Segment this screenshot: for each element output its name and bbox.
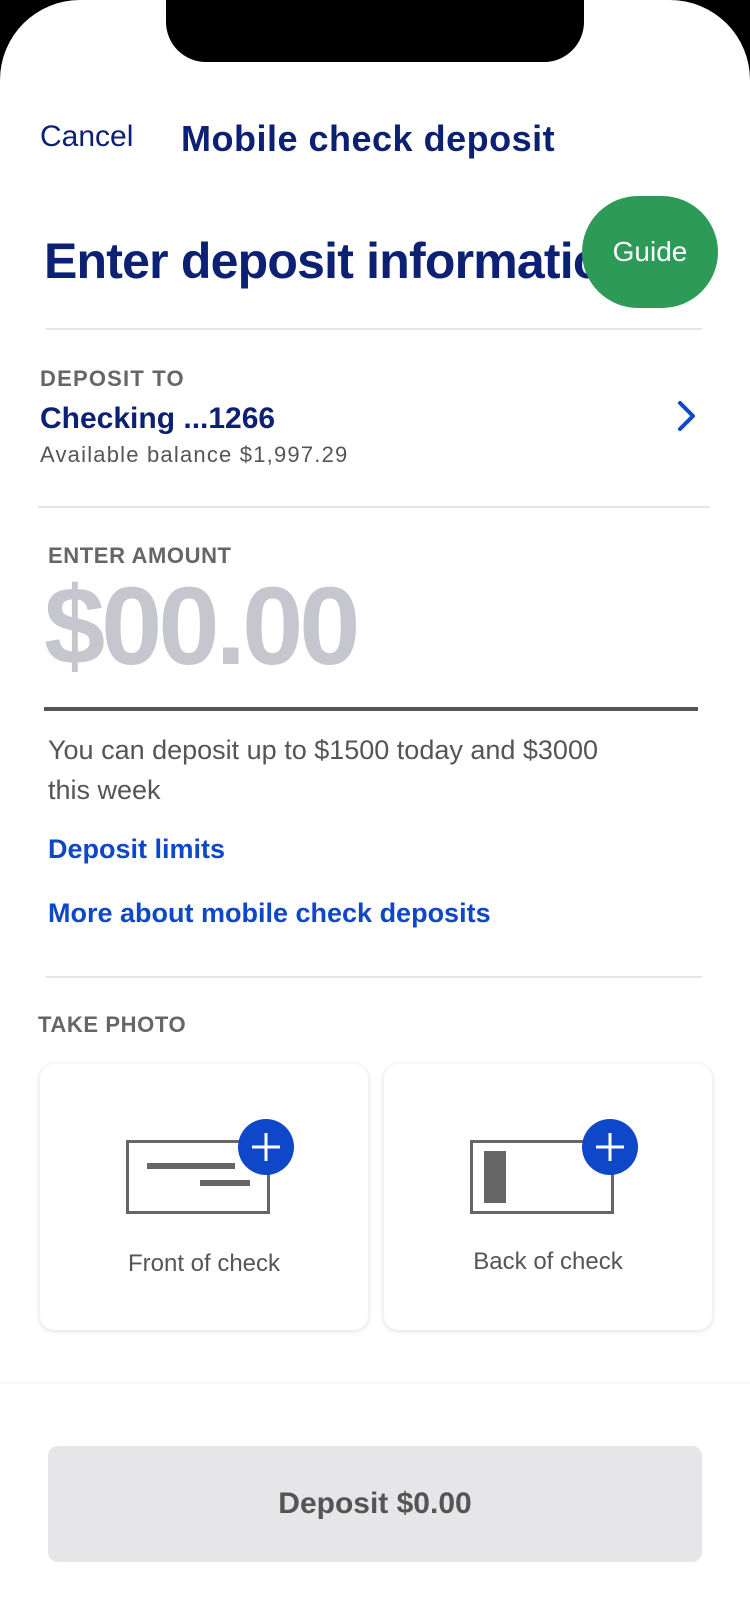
guide-button[interactable]: Guide bbox=[582, 196, 718, 308]
divider bbox=[46, 328, 702, 330]
device-notch bbox=[166, 0, 584, 62]
deposit-to-selector[interactable]: DEPOSIT TO Checking ...1266 Available ba… bbox=[0, 340, 750, 490]
cancel-button[interactable]: Cancel bbox=[40, 120, 133, 154]
available-balance: Available balance $1,997.29 bbox=[40, 442, 349, 467]
check-back-icon bbox=[470, 1119, 638, 1214]
amount-input[interactable]: $00.00 bbox=[44, 572, 360, 682]
bottom-action-bar: Deposit $0.00 bbox=[0, 1384, 750, 1624]
more-about-deposits-link[interactable]: More about mobile check deposits bbox=[48, 898, 491, 929]
deposit-limit-text: You can deposit up to $1500 today and $3… bbox=[48, 735, 598, 805]
account-name: Checking ...1266 bbox=[40, 402, 276, 435]
deposit-to-label: DEPOSIT TO bbox=[40, 366, 185, 391]
back-of-check-label: Back of check bbox=[473, 1248, 623, 1275]
deposit-button[interactable]: Deposit $0.00 bbox=[48, 1446, 702, 1562]
chevron-right-icon bbox=[678, 401, 695, 431]
page-heading: Enter deposit informatio bbox=[44, 233, 603, 289]
deposit-limits-link[interactable]: Deposit limits bbox=[48, 834, 225, 865]
back-of-check-card[interactable]: Back of check bbox=[384, 1064, 712, 1330]
take-photo-label: TAKE PHOTO bbox=[38, 1012, 187, 1037]
front-of-check-card[interactable]: Front of check bbox=[40, 1064, 368, 1330]
screen: Cancel Mobile check deposit Enter deposi… bbox=[0, 0, 750, 1624]
check-front-icon bbox=[126, 1119, 294, 1214]
amount-underline bbox=[44, 707, 698, 711]
divider bbox=[46, 976, 702, 978]
nav-title: Mobile check deposit bbox=[181, 118, 556, 159]
front-of-check-label: Front of check bbox=[127, 1250, 281, 1277]
divider bbox=[38, 506, 710, 508]
